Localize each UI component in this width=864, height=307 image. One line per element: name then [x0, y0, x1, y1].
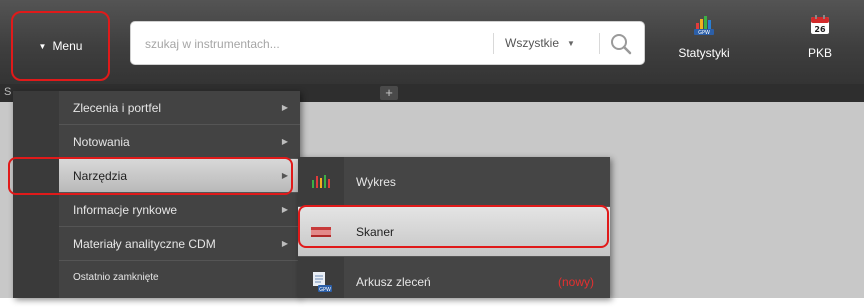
- chart-icon: [310, 172, 332, 192]
- menu-item-label: Materiały analityczne CDM: [73, 237, 216, 251]
- app-canvas: ▼ Menu Wszystkie ▼: [0, 0, 864, 298]
- pkb-label: PKB: [807, 46, 832, 60]
- chevron-down-icon: ▼: [567, 38, 575, 48]
- new-badge: (nowy): [557, 275, 594, 289]
- search-divider: [493, 33, 494, 54]
- main-menu-dropdown: Zlecenia i portfel ▶ Notowania ▶ Narzędz…: [13, 91, 300, 298]
- chevron-right-icon: ▶: [281, 205, 288, 214]
- menu-item-recently-closed[interactable]: Ostatnio zamknięte: [59, 261, 300, 295]
- menu-item-label: Ostatnio zamknięte: [73, 272, 159, 283]
- pkb-button[interactable]: 26 PKB: [780, 14, 860, 74]
- gpw-document-icon: GPW: [310, 272, 332, 293]
- svg-text:GPW: GPW: [319, 287, 331, 292]
- menu-item-label: Notowania: [73, 135, 130, 149]
- menu-button[interactable]: ▼ Menu: [11, 11, 110, 81]
- submenu-item-label: Skaner: [356, 225, 395, 239]
- submenu-item-label: Wykres: [356, 175, 396, 189]
- caret-down-icon: ▼: [38, 41, 47, 51]
- menu-item-tools[interactable]: Narzędzia ▶: [59, 159, 300, 193]
- calendar-26-icon: 26: [809, 14, 831, 36]
- menu-item-quotes[interactable]: Notowania ▶: [59, 125, 300, 159]
- chevron-right-icon: ▶: [281, 137, 288, 146]
- submenu-item-order-sheet[interactable]: GPW Arkusz zleceń (nowy): [298, 257, 610, 307]
- search-box: Wszystkie ▼: [130, 21, 645, 66]
- submenu-item-chart[interactable]: Wykres: [298, 157, 610, 207]
- search-icon[interactable]: [609, 32, 633, 56]
- chevron-right-icon: ▶: [281, 171, 288, 180]
- chevron-right-icon: ▶: [281, 239, 288, 248]
- tab-stub-label: S: [4, 86, 12, 98]
- scanner-icon: [310, 222, 332, 242]
- statistics-button[interactable]: GPW Statystyki: [664, 14, 744, 74]
- menu-gutter: [13, 91, 59, 298]
- statistics-label: Statystyki: [678, 46, 730, 60]
- tools-submenu: Wykres Skaner GPW Arkusz zleceń (nowy): [298, 157, 610, 298]
- menu-item-analytical-materials[interactable]: Materiały analityczne CDM ▶: [59, 227, 300, 261]
- statistics-gpw-icon: GPW: [693, 14, 715, 36]
- menu-item-label: Informacje rynkowe: [73, 203, 178, 217]
- menu-button-label: Menu: [52, 39, 83, 53]
- menu-item-label: Zlecenia i portfel: [73, 101, 162, 115]
- search-divider: [599, 33, 600, 54]
- menu-item-orders-portfolio[interactable]: Zlecenia i portfel ▶: [59, 91, 300, 125]
- svg-text:GPW: GPW: [698, 30, 710, 36]
- svg-text:26: 26: [814, 25, 826, 34]
- menu-item-market-info[interactable]: Informacje rynkowe ▶: [59, 193, 300, 227]
- submenu-item-label: Arkusz zleceń: [356, 275, 431, 289]
- submenu-item-scanner[interactable]: Skaner: [298, 207, 610, 257]
- chevron-right-icon: ▶: [281, 103, 288, 112]
- search-filter-dropdown[interactable]: Wszystkie ▼: [505, 22, 575, 64]
- search-input[interactable]: [143, 22, 487, 66]
- menu-item-label: Narzędzia: [73, 169, 128, 183]
- search-filter-value: Wszystkie: [505, 36, 559, 50]
- add-tab-button[interactable]: +: [380, 86, 398, 100]
- top-bar: ▼ Menu Wszystkie ▼: [0, 0, 864, 84]
